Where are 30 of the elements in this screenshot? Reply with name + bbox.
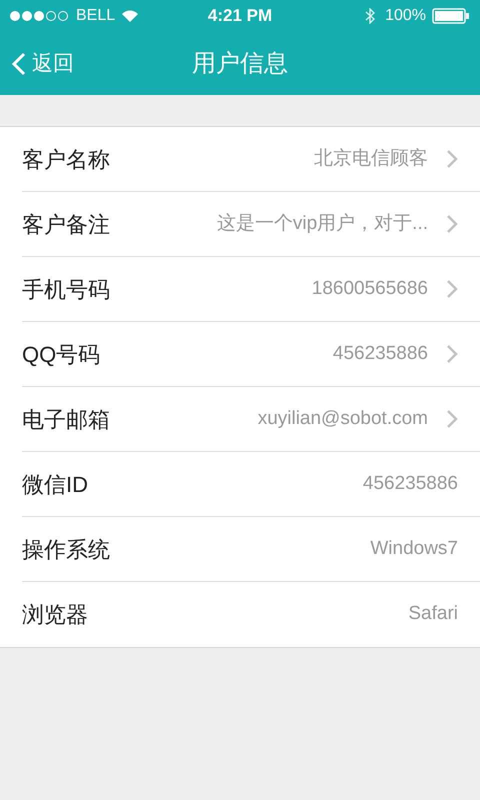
battery-icon (432, 8, 470, 24)
chevron-icon (446, 409, 458, 429)
row-label: 电子邮箱 (22, 406, 110, 434)
row-label: 操作系统 (22, 536, 110, 564)
row-value: Safari (408, 602, 458, 626)
chevron-icon (446, 279, 458, 299)
row-label: QQ号码 (22, 340, 100, 368)
row-label: 微信ID (22, 470, 88, 498)
row-value: 456235886 (332, 342, 428, 366)
row-value: 456235886 (362, 472, 458, 496)
back-icon (12, 52, 26, 76)
clock-time: 4:21 PM (208, 5, 272, 28)
row-label: 客户名称 (22, 146, 110, 174)
row-label: 手机号码 (22, 276, 110, 304)
carrier-name: BELL (76, 6, 116, 26)
row-value: Windows7 (370, 536, 458, 561)
chevron-icon (446, 149, 458, 169)
bluetooth-icon (365, 8, 376, 24)
wifi-icon (121, 9, 140, 23)
row-value: 18600565686 (312, 276, 428, 301)
chevron-icon (446, 344, 458, 364)
chevron-icon (446, 214, 458, 234)
page-title: 用户信息 (192, 48, 288, 78)
row-label: 客户备注 (22, 210, 110, 238)
battery-percent: 100% (385, 6, 426, 26)
row-value: 北京电信顾客 (314, 146, 428, 171)
signal-icon (10, 11, 70, 21)
row-value: 这是一个vip用户，对于... (216, 212, 428, 236)
row-label: 浏览器 (22, 601, 88, 629)
row-value: xuyilian@sobot.com (258, 406, 428, 431)
